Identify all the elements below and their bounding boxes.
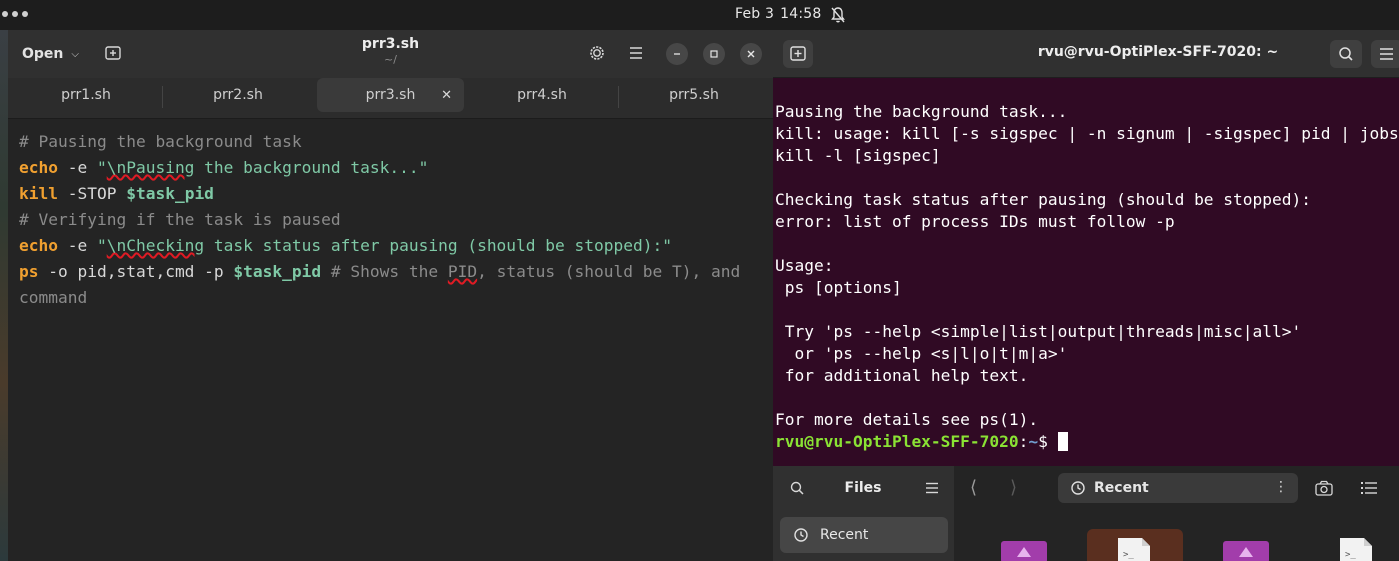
svg-text:>_: >_	[1123, 550, 1134, 560]
back-arrow-icon[interactable]: ⟨	[970, 477, 977, 498]
tab-label: prr5.sh	[669, 87, 719, 103]
selected-file-tile[interactable]: >_	[1087, 529, 1183, 561]
location-bar[interactable]: Recent ⋮	[1058, 473, 1298, 503]
maximize-button[interactable]	[703, 43, 725, 65]
minimize-button[interactable]	[666, 43, 688, 65]
terminal-line: Checking task status after pausing (shou…	[775, 190, 1312, 209]
chevron-down-icon: ⌵	[71, 48, 79, 60]
prompt-path: ~	[1028, 432, 1039, 451]
clock-time: 14:58	[780, 6, 822, 22]
hamburger-menu-icon	[1380, 48, 1393, 60]
activities-dots-icon[interactable]	[2, 11, 28, 17]
terminal-line: kill: usage: kill [-s sigspec | -n signu…	[775, 124, 1399, 143]
close-icon	[747, 50, 755, 58]
terminal-line: Pausing the background task...	[775, 102, 1068, 121]
prompt-user: rvu@rvu-OptiPlex-SFF-7020	[775, 432, 1019, 451]
tab-label: prr4.sh	[517, 87, 567, 103]
files-window: Files Recent ⟨ ⟩ Recent ⋮ >_ >_	[773, 466, 1399, 561]
document-title: prr3.sh ~/	[308, 36, 473, 66]
code-line: # Pausing the background task	[19, 132, 302, 151]
terminal-line: error: list of process IDs must follow -…	[775, 212, 1175, 231]
kebab-menu-icon[interactable]: ⋮	[1274, 479, 1288, 495]
tab-label: prr3.sh	[365, 87, 416, 103]
terminal-line: Try 'ps --help <simple|list|output|threa…	[775, 322, 1302, 341]
tab-close-icon[interactable]: ✕	[441, 88, 452, 103]
list-view-icon[interactable]	[1360, 480, 1378, 496]
open-button-label: Open	[22, 46, 64, 62]
terminal-line: ​	[775, 233, 1399, 255]
terminal-title: rvu@rvu-OptiPlex-SFF-7020: ~	[1037, 44, 1279, 60]
clock-date: Feb 3	[735, 6, 775, 22]
clock[interactable]: Feb 3 14:58	[735, 6, 822, 22]
terminal-line: For more details see ps(1).	[775, 410, 1039, 429]
terminal-line: Usage:	[775, 256, 834, 275]
clock-icon	[794, 528, 808, 542]
terminal-menu-button[interactable]	[1371, 40, 1399, 68]
terminal-header-bar: rvu@rvu-OptiPlex-SFF-7020: ~	[773, 30, 1399, 78]
prompt-symbol: $	[1038, 432, 1058, 451]
terminal-line: for additional help text.	[775, 366, 1029, 385]
open-button[interactable]: Open ⌵	[14, 40, 94, 68]
code-line: echo -e "\nPausing the background task..…	[19, 158, 429, 177]
terminal-new-tab-button[interactable]	[783, 40, 813, 68]
terminal-output[interactable]: Pausing the background task... kill: usag…	[775, 101, 1399, 453]
code-line: kill -STOP $task_pid	[19, 184, 214, 203]
terminal-line: ps [options]	[775, 278, 902, 297]
terminal-line: kill -l [sigspec]	[775, 146, 941, 165]
hamburger-menu-icon[interactable]	[925, 482, 939, 494]
location-label: Recent	[1094, 480, 1149, 496]
new-tab-icon[interactable]	[104, 44, 122, 62]
tab-prr5[interactable]: prr5.sh	[619, 78, 769, 112]
script-file-icon[interactable]: >_	[1338, 538, 1374, 561]
clock-icon	[1071, 481, 1085, 495]
code-line: echo -e "\nChecking task status after pa…	[19, 236, 672, 255]
gear-icon[interactable]	[588, 44, 606, 62]
terminal-search-button[interactable]	[1330, 40, 1362, 68]
files-main-view: ⟨ ⟩ Recent ⋮ >_ >_	[954, 466, 1399, 561]
minimize-icon	[674, 53, 680, 55]
text-editor-window: Open ⌵ prr3.sh ~/ prr1.sh prr2.sh prr3.s…	[8, 30, 773, 561]
tab-prr3[interactable]: prr3.sh ✕	[317, 78, 464, 112]
close-window-button[interactable]	[740, 43, 762, 65]
image-file-icon[interactable]	[1223, 539, 1269, 561]
hamburger-menu-icon[interactable]	[628, 46, 644, 60]
new-tab-icon	[790, 46, 806, 61]
files-sidebar: Files Recent	[773, 466, 954, 561]
terminal-cursor	[1057, 432, 1068, 451]
terminal-line: ​	[775, 167, 1399, 189]
forward-arrow-icon[interactable]: ⟩	[1010, 477, 1017, 498]
code-line: command	[19, 288, 88, 307]
tab-label: prr1.sh	[61, 87, 111, 103]
code-editor-area[interactable]: # Pausing the background task echo -e "\n…	[19, 129, 769, 311]
search-icon	[1339, 47, 1353, 61]
maximize-icon	[710, 50, 718, 58]
sidebar-item-recent[interactable]: Recent	[780, 517, 948, 553]
code-line: # Verifying if the task is paused	[19, 210, 341, 229]
terminal-window: rvu@rvu-OptiPlex-SFF-7020: ~ Pausing the…	[773, 30, 1399, 466]
prompt-colon: :	[1018, 432, 1029, 451]
terminal-line: ​	[775, 387, 1399, 409]
script-file-icon: >_	[1118, 538, 1150, 561]
bell-muted-icon[interactable]	[830, 6, 846, 24]
sidebar-item-label: Recent	[820, 527, 869, 543]
code-line: ps -o pid,stat,cmd -p $task_pid # Shows …	[19, 262, 741, 281]
files-title: Files	[844, 480, 882, 496]
top-bar: Feb 3 14:58	[0, 0, 1399, 30]
image-file-icon[interactable]	[1001, 539, 1047, 561]
document-tab-bar: prr1.sh prr2.sh prr3.sh ✕ prr4.sh prr5.s…	[8, 78, 773, 119]
terminal-prompt-line: rvu@rvu-OptiPlex-SFF-7020:~$	[775, 431, 1399, 453]
tab-prr1[interactable]: prr1.sh	[11, 78, 161, 112]
document-path: ~/	[384, 53, 397, 66]
tab-label: prr2.sh	[213, 87, 263, 103]
tab-prr2[interactable]: prr2.sh	[163, 78, 313, 112]
terminal-line: or 'ps --help <s|l|o|t|m|a>'	[775, 344, 1068, 363]
terminal-line: ​	[775, 299, 1399, 321]
tab-prr4[interactable]: prr4.sh	[467, 78, 617, 112]
desktop-background	[0, 30, 8, 561]
svg-text:>_: >_	[1345, 550, 1356, 560]
search-icon[interactable]	[789, 480, 805, 496]
editor-header-bar: Open ⌵ prr3.sh ~/	[8, 30, 773, 78]
document-name: prr3.sh	[361, 36, 420, 52]
search-camera-icon[interactable]	[1314, 479, 1334, 497]
